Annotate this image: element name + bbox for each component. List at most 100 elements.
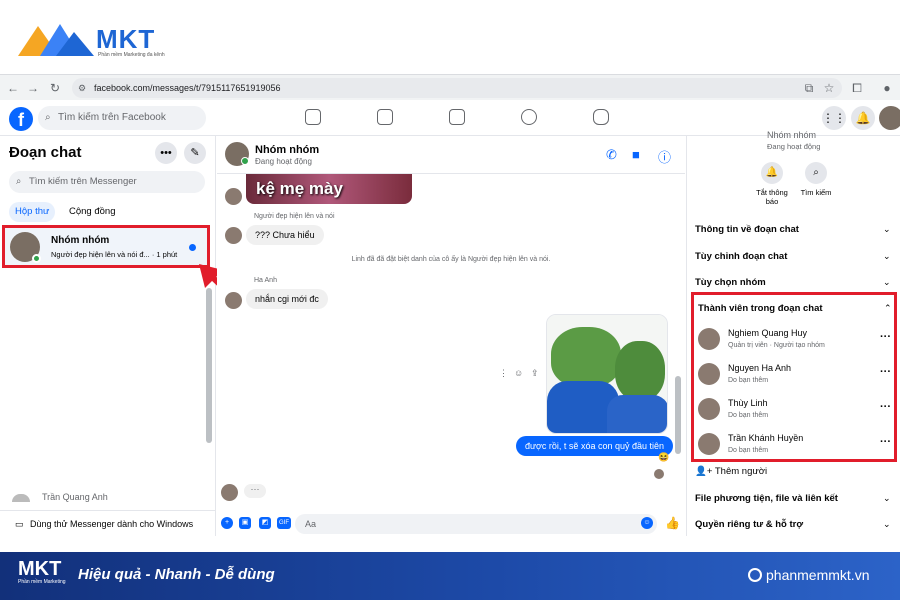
chat-item-partial[interactable]: Trần Quang Anh [12, 492, 108, 502]
member-row[interactable]: Nghiem Quang Huy Quản trị viên · Người t… [697, 325, 893, 359]
my-message-bubble[interactable]: được rồi, t sẽ xóa con quỷ đầu tiên [516, 436, 674, 456]
section-privacy-support[interactable]: Quyền riêng tư & hỗ trợ [695, 519, 803, 530]
chevron-up-icon[interactable]: ⌃ [884, 303, 892, 314]
mkt-logo-text: MKT [96, 24, 156, 54]
gif-icon[interactable]: GIF [277, 517, 291, 529]
chevron-down-icon[interactable]: ⌄ [883, 251, 891, 262]
bookmark-star-icon[interactable]: ☆ [820, 79, 838, 97]
forward-icon[interactable]: → [24, 79, 42, 97]
mkt-logo: MKT Phần mềm Marketing đa kênh [18, 20, 178, 64]
more-icon[interactable]: ··· [880, 366, 891, 378]
voice-call-icon[interactable]: ✆ [606, 147, 617, 163]
conversation-panel: Nhóm nhóm Đang hoạt động ✆ ■ ⓘ kệ mẹ mày… [217, 136, 685, 536]
info-icon[interactable]: ⓘ [658, 147, 671, 166]
react-icon[interactable]: ☺ [514, 368, 523, 378]
avatar [12, 494, 30, 502]
tab-inbox[interactable]: Hộp thư [9, 202, 56, 222]
footer-logo: MKT Phần mềm Marketing [18, 558, 66, 585]
menu-grid-icon[interactable]: ⋮⋮ [822, 106, 846, 130]
member-name: Thùy Linh [728, 398, 768, 408]
image-icon[interactable]: ▣ [239, 517, 251, 529]
mkt-tagline: Phần mềm Marketing đa kênh [98, 52, 165, 58]
back-icon[interactable]: ← [4, 79, 22, 97]
member-avatar [698, 328, 720, 350]
section-chat-info[interactable]: Thông tin về đoạn chat [695, 224, 799, 235]
video-icon[interactable] [377, 109, 393, 125]
extensions-icon[interactable]: ⧠ [848, 79, 866, 97]
more-icon[interactable]: ··· [880, 401, 891, 413]
chevron-down-icon[interactable]: ⌄ [883, 277, 891, 288]
globe-icon [748, 568, 762, 582]
unread-dot [189, 244, 196, 251]
frog-shirt [607, 395, 667, 433]
mute-bell-icon[interactable]: 🔔 [761, 162, 783, 184]
tab-community[interactable]: Cộng đồng [63, 202, 121, 222]
marketplace-icon[interactable] [449, 109, 465, 125]
search-icon[interactable]: ⌕ [805, 162, 827, 184]
search-icon: ⌕ [45, 112, 51, 123]
sticker-image[interactable] [546, 314, 668, 434]
site-info-icon[interactable]: ⚙ [78, 78, 86, 98]
member-role: Do bạn thêm [728, 377, 769, 384]
section-members[interactable]: Thành viên trong đoạn chat [698, 303, 823, 314]
new-message-icon[interactable]: ✎ [184, 142, 206, 164]
facebook-logo-icon[interactable]: f [9, 107, 33, 131]
conversation-name[interactable]: Nhóm nhóm [255, 144, 319, 156]
chat-list-title: Đoạn chat [9, 144, 82, 161]
member-row[interactable]: Trần Khánh Huyền Do bạn thêm ··· [697, 430, 893, 464]
chevron-down-icon[interactable]: ⌄ [883, 224, 891, 235]
more-icon[interactable]: ··· [880, 331, 891, 343]
message-input[interactable]: Aa [295, 514, 657, 534]
member-row[interactable]: Thùy Linh Do bạn thêm ··· [697, 395, 893, 429]
footer-website: phanmemmkt.vn [748, 567, 869, 583]
forward-icon[interactable]: ⇪ [531, 368, 539, 379]
messenger-search-input[interactable]: ⌕ Tìm kiếm trên Messenger [9, 171, 205, 193]
reload-icon[interactable]: ↻ [46, 79, 64, 97]
emoji-icon[interactable]: ☺ [641, 517, 653, 529]
more-icon[interactable]: ··· [880, 436, 891, 448]
groups-icon[interactable] [521, 109, 537, 125]
messenger-search-placeholder: Tìm kiếm trên Messenger [29, 176, 137, 187]
conversation-header: Nhóm nhóm Đang hoạt động ✆ ■ ⓘ [217, 136, 685, 174]
try-messenger-label: Dùng thử Messenger dành cho Windows [30, 519, 194, 529]
add-icon[interactable]: + [221, 517, 233, 529]
details-status: Đang hoạt động [767, 142, 821, 151]
home-icon[interactable] [305, 109, 321, 125]
like-icon[interactable]: 👍 [665, 517, 680, 529]
more-actions-icon[interactable]: ⋮ [499, 368, 508, 379]
sender-name: Ha Anh [254, 277, 277, 284]
message-bubble[interactable]: ??? Chưa hiểu [246, 225, 324, 245]
sticker-icon[interactable]: ◩ [259, 517, 271, 529]
chat-item-name: Nhóm nhóm [51, 235, 110, 246]
notifications-bell-icon[interactable]: 🔔 [851, 106, 875, 130]
typing-indicator: ··· [244, 484, 266, 498]
facebook-header: f ⌕ Tìm kiếm trên Facebook ⋮⋮ 🔔 [0, 100, 900, 136]
section-media-files[interactable]: File phương tiện, file và liên kết [695, 493, 838, 504]
account-avatar[interactable] [879, 106, 900, 130]
add-people-button[interactable]: 👤+ Thêm người [695, 466, 767, 477]
sender-name: Người đẹp hiện lên và nói [254, 213, 335, 220]
chat-item-preview: Người đẹp hiện lên và nói đ... · 1 phút [51, 250, 178, 259]
try-messenger-windows-link[interactable]: ▭ Dùng thử Messenger dành cho Windows [0, 510, 216, 536]
section-group-options[interactable]: Tùy chọn nhóm [695, 277, 766, 288]
chat-item-nhom-nhom[interactable]: Nhóm nhóm Người đẹp hiện lên và nói đ...… [2, 225, 210, 268]
online-indicator [32, 254, 41, 263]
profile-icon[interactable]: ● [878, 79, 896, 97]
facebook-search-input[interactable]: ⌕ Tìm kiếm trên Facebook [38, 106, 206, 130]
chevron-down-icon[interactable]: ⌄ [883, 519, 891, 530]
more-options-icon[interactable]: ••• [155, 142, 177, 164]
message-reaction[interactable]: 😆 [658, 452, 669, 463]
mute-label: Tắt thông báo [756, 188, 788, 206]
chevron-down-icon[interactable]: ⌄ [883, 493, 891, 504]
address-bar[interactable]: ⚙ facebook.com/messages/t/79151176519190… [72, 78, 842, 98]
member-row[interactable]: Nguyen Ha Anh Do bạn thêm ··· [697, 360, 893, 394]
conversation-scrollbar[interactable] [675, 376, 681, 454]
members-section: Thành viên trong đoạn chat ⌃ Nghiem Quan… [691, 292, 897, 462]
install-icon[interactable]: ⧉ [800, 79, 818, 97]
section-customize[interactable]: Tùy chỉnh đoạn chat [695, 251, 787, 262]
frog-figure [615, 341, 665, 401]
sticker-message: kệ mẹ mày [246, 174, 412, 204]
video-call-icon[interactable]: ■ [632, 147, 640, 162]
message-bubble[interactable]: nhắn cgi mới đc [246, 289, 328, 309]
gaming-icon[interactable] [593, 109, 609, 125]
